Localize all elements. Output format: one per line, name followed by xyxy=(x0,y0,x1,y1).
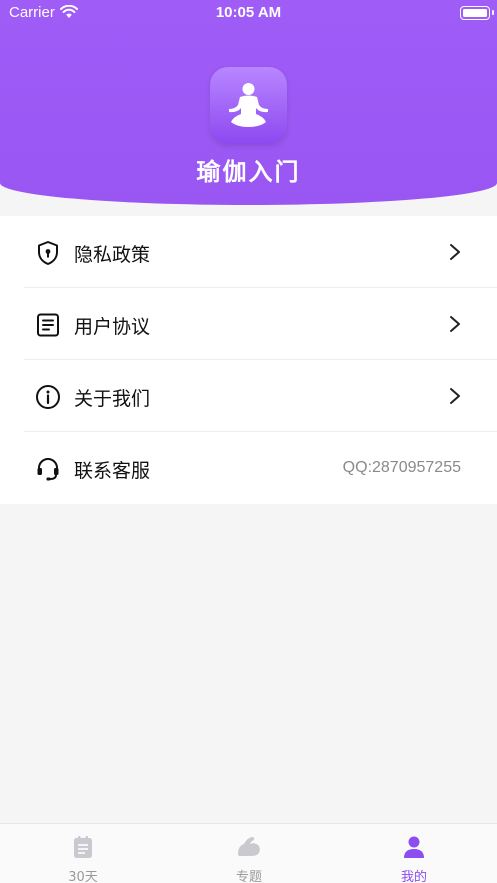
shield-icon xyxy=(38,241,58,265)
status-time: 10:05 AM xyxy=(215,4,282,21)
chevron-right-icon xyxy=(450,316,460,332)
info-icon xyxy=(36,385,60,409)
calendar-icon xyxy=(74,836,92,858)
menu-item-contact-support[interactable]: 联系客服 QQ:2870957255 xyxy=(0,432,497,504)
chevron-right-icon xyxy=(450,244,460,260)
chevron-right-icon xyxy=(450,388,460,404)
yoga-lotus-icon xyxy=(210,67,287,144)
app-title: 瑜伽入门 xyxy=(196,158,301,186)
menu-item-label: 隐私政策 xyxy=(74,244,151,266)
menu-item-user-agreement[interactable]: 用户协议 xyxy=(0,288,497,360)
tab-30-days[interactable]: 30天 xyxy=(0,824,166,883)
tab-label: 专题 xyxy=(235,870,262,883)
profile-header: Carrier 10:05 AM 瑜伽入门 xyxy=(0,0,497,205)
tab-label: 30天 xyxy=(68,870,98,883)
battery-icon xyxy=(460,6,494,20)
status-bar: Carrier 10:05 AM xyxy=(0,0,497,26)
person-icon xyxy=(404,836,424,858)
menu-item-label: 用户协议 xyxy=(74,316,151,338)
tab-mine[interactable]: 我的 xyxy=(331,824,497,883)
tab-bar: 30天 专题 我的 xyxy=(0,823,497,883)
menu-item-about-us[interactable]: 关于我们 xyxy=(0,360,497,432)
settings-menu: 隐私政策 用户协议 关于我们 联系客服 QQ:2870957255 xyxy=(0,216,497,504)
menu-item-label: 联系客服 xyxy=(74,460,151,482)
tab-topics[interactable]: 专题 xyxy=(166,824,332,883)
arm-muscle-icon xyxy=(238,837,260,856)
menu-item-label: 关于我们 xyxy=(74,388,151,410)
tab-label: 我的 xyxy=(400,870,427,883)
menu-item-privacy-policy[interactable]: 隐私政策 xyxy=(0,216,497,288)
headset-icon xyxy=(37,458,59,481)
contact-qq-value: QQ:2870957255 xyxy=(342,459,461,476)
document-icon xyxy=(37,313,59,337)
